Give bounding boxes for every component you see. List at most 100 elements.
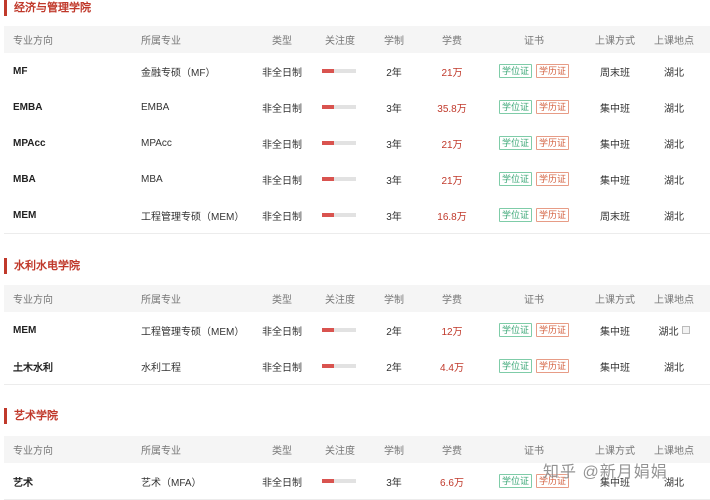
table-row[interactable]: MPAcc MPAcc 非全日制 3年 21万 学位证 学历证 集中班 湖北: [4, 125, 710, 162]
program-major: 金融专硕（MF）: [141, 67, 216, 79]
program-type: 非全日制: [262, 67, 302, 79]
diploma-cert-badge: 学历证: [536, 172, 570, 186]
attention-bar: [322, 177, 356, 181]
program-direction[interactable]: MBA: [13, 174, 36, 185]
degree-cert-badge: 学位证: [498, 323, 532, 337]
program-length: 3年: [386, 139, 402, 151]
attention-bar-fill: [322, 177, 334, 181]
program-fee: 21万: [441, 139, 463, 151]
col-header-mode: 上课方式: [595, 36, 635, 47]
attention-bar-fill: [322, 69, 334, 73]
program-type: 非全日制: [262, 211, 302, 223]
program-direction[interactable]: MEM: [13, 325, 36, 336]
diploma-cert-badge: 学历证: [536, 100, 570, 114]
col-header-certificate: 证书: [524, 36, 544, 47]
program-type: 非全日制: [262, 326, 302, 338]
program-major: EMBA: [141, 101, 170, 113]
degree-cert-badge: 学位证: [498, 100, 532, 114]
col-header-type: 类型: [272, 446, 292, 457]
table-row[interactable]: MBA MBA 非全日制 3年 21万 学位证 学历证 集中班 湖北: [4, 161, 710, 198]
table-row[interactable]: MEM 工程管理专硕（MEM） 非全日制 3年 16.8万 学位证 学历证 周末…: [4, 197, 710, 234]
attention-bar: [322, 328, 356, 332]
col-header-fee: 学费: [442, 295, 462, 306]
col-header-direction: 专业方向: [13, 446, 53, 457]
degree-cert-badge: 学位证: [498, 359, 532, 373]
class-mode: 集中班: [600, 103, 630, 115]
program-major: 水利工程: [141, 362, 181, 374]
attention-bar: [322, 69, 356, 73]
attention-bar-fill: [322, 328, 334, 332]
degree-cert-badge: 学位证: [498, 474, 532, 488]
table-header: 专业方向 所属专业 类型 关注度 学制 学费 证书 上课方式 上课地点: [4, 26, 710, 53]
class-location: 湖北: [658, 326, 679, 338]
program-type: 非全日制: [262, 477, 302, 489]
program-length: 3年: [386, 477, 402, 489]
zhihu-watermark: 知乎 @新月娟娟: [543, 464, 668, 481]
program-direction[interactable]: MPAcc: [13, 138, 46, 149]
class-location: 湖北: [664, 362, 684, 374]
class-location: 湖北: [664, 211, 684, 223]
col-header-type: 类型: [272, 36, 292, 47]
attention-bar: [322, 213, 356, 217]
program-length: 2年: [386, 67, 402, 79]
diploma-cert-badge: 学历证: [536, 208, 570, 222]
program-direction[interactable]: EMBA: [13, 102, 42, 113]
program-length: 3年: [386, 103, 402, 115]
diploma-cert-badge: 学历证: [536, 323, 570, 337]
attention-bar-fill: [322, 213, 334, 217]
degree-cert-badge: 学位证: [498, 64, 532, 78]
table-row[interactable]: MF 金融专硕（MF） 非全日制 2年 21万 学位证 学历证 周末班 湖北: [4, 53, 710, 90]
attention-bar: [322, 364, 356, 368]
col-header-length: 学制: [384, 36, 404, 47]
attention-bar: [322, 141, 356, 145]
program-type: 非全日制: [262, 139, 302, 151]
col-header-mode: 上课方式: [595, 295, 635, 306]
program-major: 工程管理专硕（MEM）: [141, 326, 245, 338]
image-placeholder-icon: [681, 326, 690, 334]
program-major: MBA: [141, 173, 163, 185]
col-header-fee: 学费: [442, 446, 462, 457]
class-location: 湖北: [664, 139, 684, 151]
program-direction[interactable]: MEM: [13, 210, 36, 221]
col-header-location: 上课地点: [654, 36, 694, 47]
col-header-length: 学制: [384, 446, 404, 457]
program-direction[interactable]: MF: [13, 66, 27, 77]
program-direction[interactable]: 土木水利: [13, 359, 53, 374]
col-header-length: 学制: [384, 295, 404, 306]
program-direction[interactable]: 艺术: [13, 474, 33, 489]
degree-cert-badge: 学位证: [498, 136, 532, 150]
attention-bar: [322, 479, 356, 483]
section-title: 艺术学院: [4, 408, 58, 424]
program-fee: 35.8万: [437, 103, 467, 115]
diploma-cert-badge: 学历证: [536, 64, 570, 78]
table-row[interactable]: EMBA EMBA 非全日制 3年 35.8万 学位证 学历证 集中班 湖北: [4, 89, 710, 126]
col-header-direction: 专业方向: [13, 36, 53, 47]
col-header-attention: 关注度: [325, 295, 355, 306]
program-fee: 6.6万: [440, 477, 464, 489]
col-header-direction: 专业方向: [13, 295, 53, 306]
diploma-cert-badge: 学历证: [536, 359, 570, 373]
program-fee: 21万: [441, 175, 463, 187]
col-header-attention: 关注度: [325, 446, 355, 457]
program-length: 2年: [386, 326, 402, 338]
section-title: 水利水电学院: [4, 258, 80, 274]
program-length: 3年: [386, 175, 402, 187]
class-location: 湖北: [664, 67, 684, 79]
table-header: 专业方向 所属专业 类型 关注度 学制 学费 证书 上课方式 上课地点: [4, 285, 710, 312]
class-mode: 集中班: [600, 326, 630, 338]
class-location: 湖北: [664, 175, 684, 187]
diploma-cert-badge: 学历证: [536, 136, 570, 150]
program-major: 工程管理专硕（MEM）: [141, 211, 245, 223]
col-header-major: 所属专业: [141, 36, 181, 47]
table-row[interactable]: 土木水利 水利工程 非全日制 2年 4.4万 学位证 学历证 集中班 湖北: [4, 348, 710, 385]
class-mode: 集中班: [600, 175, 630, 187]
class-mode: 周末班: [600, 67, 630, 79]
degree-cert-badge: 学位证: [498, 208, 532, 222]
table-row[interactable]: MEM 工程管理专硕（MEM） 非全日制 2年 12万 学位证 学历证 集中班 …: [4, 312, 710, 349]
col-header-certificate: 证书: [524, 295, 544, 306]
class-mode: 周末班: [600, 211, 630, 223]
degree-cert-badge: 学位证: [498, 172, 532, 186]
program-type: 非全日制: [262, 103, 302, 115]
program-length: 2年: [386, 362, 402, 374]
col-header-type: 类型: [272, 295, 292, 306]
